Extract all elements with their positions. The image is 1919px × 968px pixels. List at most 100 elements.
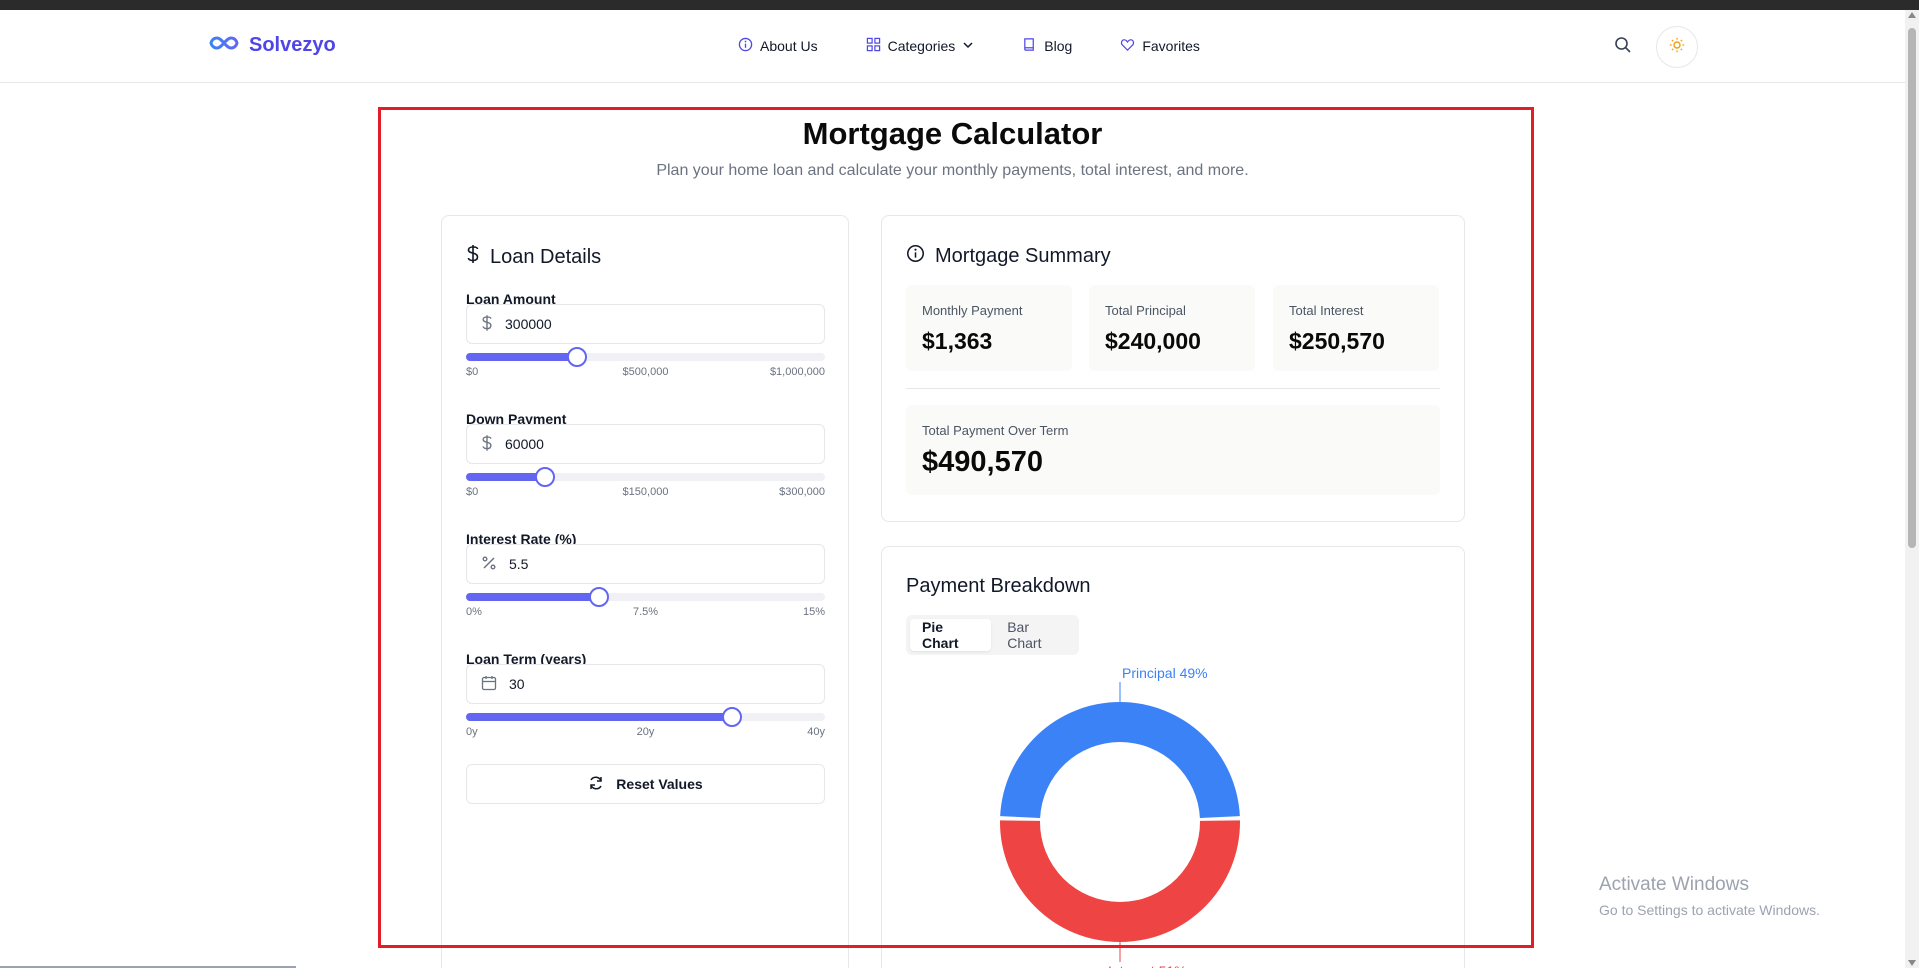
slider-handle[interactable] xyxy=(588,587,609,607)
tick-min: $0 xyxy=(466,486,479,498)
stat-label: Monthly Payment xyxy=(922,303,1023,318)
stat-value: $240,000 xyxy=(1105,328,1201,354)
stat-label: Total Principal xyxy=(1105,303,1186,318)
info-icon xyxy=(738,37,753,55)
page-title: Mortgage Calculator xyxy=(802,116,1103,151)
total-principal-stat: Total Principal $240,000 xyxy=(1089,285,1255,371)
browser-top-strip xyxy=(0,0,1919,10)
pie-label-principal: Principal 49% xyxy=(1122,665,1208,681)
vertical-scrollbar[interactable] xyxy=(1905,10,1919,968)
tab-pie-chart[interactable]: Pie Chart xyxy=(910,619,992,651)
nav-blog[interactable]: Blog xyxy=(1022,37,1072,55)
loan-details-card: Loan Details Loan Amount 300000 $0 $500,… xyxy=(441,215,849,968)
slider-fill xyxy=(466,473,545,481)
mortgage-summary-card: Mortgage Summary Monthly Payment $1,363 … xyxy=(881,215,1465,522)
heart-icon xyxy=(1120,37,1135,55)
search-button[interactable] xyxy=(1610,34,1636,60)
down-payment-slider[interactable] xyxy=(466,467,825,487)
theme-toggle-button[interactable] xyxy=(1656,26,1698,68)
pie-slice-interest[interactable] xyxy=(1000,820,1240,942)
nav-label: Blog xyxy=(1044,38,1073,54)
tab-bar-chart[interactable]: Bar Chart xyxy=(995,619,1075,651)
scroll-down-arrow[interactable] xyxy=(1908,960,1916,966)
interest-rate-input[interactable]: 5.5 xyxy=(466,544,825,584)
book-icon xyxy=(1022,37,1037,55)
interest-rate-value: 5.5 xyxy=(509,556,529,572)
slider-handle[interactable] xyxy=(721,707,742,727)
stat-label: Total Interest xyxy=(1289,303,1364,318)
scroll-up-arrow[interactable] xyxy=(1908,12,1916,18)
nav-label: Favorites xyxy=(1142,38,1200,54)
stat-value: $490,570 xyxy=(922,446,1043,478)
stat-value: $250,570 xyxy=(1289,328,1385,354)
infinity-icon xyxy=(209,35,239,56)
divider xyxy=(906,388,1440,389)
tick-mid: 7.5% xyxy=(632,606,659,618)
slider-fill xyxy=(466,353,578,361)
stat-value: $1,363 xyxy=(922,328,993,354)
dollar-icon xyxy=(466,244,480,270)
payment-breakdown-title: Payment Breakdown xyxy=(906,575,1091,597)
mortgage-summary-title: Mortgage Summary xyxy=(906,244,1111,269)
loan-amount-input[interactable]: 300000 xyxy=(466,304,825,344)
tick-max: 15% xyxy=(802,606,825,618)
monthly-payment-stat: Monthly Payment $1,363 xyxy=(906,285,1072,371)
loan-amount-value: 300000 xyxy=(505,316,552,332)
loan-details-title: Loan Details xyxy=(466,244,601,270)
tick-mid: $500,000 xyxy=(622,366,669,378)
scrollbar-thumb[interactable] xyxy=(1908,28,1916,548)
loan-term-value: 30 xyxy=(509,676,525,692)
reset-values-button[interactable]: Reset Values xyxy=(466,764,825,804)
total-payment-stat: Total Payment Over Term $490,570 xyxy=(906,405,1440,495)
search-icon xyxy=(1614,36,1632,59)
watermark-subtitle: Go to Settings to activate Windows. xyxy=(1599,902,1820,918)
calendar-icon xyxy=(481,675,497,694)
tick-mid: 20y xyxy=(636,726,655,738)
reset-label: Reset Values xyxy=(616,776,703,792)
loan-amount-slider[interactable] xyxy=(466,347,825,367)
tick-max: $1,000,000 xyxy=(769,366,825,378)
tick-mid: $150,000 xyxy=(622,486,669,498)
down-payment-input[interactable]: 60000 xyxy=(466,424,825,464)
pie-label-interest: Interest 51% xyxy=(1108,963,1187,968)
watermark-title: Activate Windows xyxy=(1599,874,1749,895)
pie-chart: Principal 49% Interest 51% xyxy=(1000,665,1240,968)
percent-icon xyxy=(481,555,497,574)
chevron-down-icon xyxy=(962,38,974,54)
tick-min: 0y xyxy=(466,726,478,738)
refresh-icon xyxy=(588,775,604,794)
loan-term-slider[interactable] xyxy=(466,707,825,727)
main-nav: About Us Categories Blog Favorites xyxy=(738,37,1248,55)
nav-favorites[interactable]: Favorites xyxy=(1120,37,1200,55)
card-title-text: Loan Details xyxy=(490,245,602,268)
pie-slice-principal[interactable] xyxy=(1000,701,1240,819)
windows-activation-watermark: Activate Windows Go to Settings to activ… xyxy=(1599,874,1820,918)
interest-rate-slider[interactable] xyxy=(466,587,825,607)
pie-chart-area: Principal 49% Interest 51% xyxy=(882,657,1466,968)
down-payment-value: 60000 xyxy=(505,436,544,452)
nav-categories[interactable]: Categories xyxy=(866,37,975,55)
slider-handle[interactable] xyxy=(567,347,588,367)
tick-min: $0 xyxy=(466,366,479,378)
logo[interactable]: Solvezyo xyxy=(209,34,336,57)
dollar-icon xyxy=(481,314,493,335)
site-header: Solvezyo About Us Categories Blog Favori… xyxy=(0,10,1905,83)
info-icon xyxy=(906,244,925,269)
tick-max: $300,000 xyxy=(779,486,825,498)
slider-fill xyxy=(466,593,599,601)
slider-handle[interactable] xyxy=(534,467,555,487)
brand-name: Solvezyo xyxy=(249,34,336,56)
total-interest-stat: Total Interest $250,570 xyxy=(1273,285,1439,371)
tick-min: 0% xyxy=(466,606,482,618)
chart-tabs: Pie Chart Bar Chart xyxy=(906,615,1079,655)
tick-max: 40y xyxy=(807,726,825,738)
slider-fill xyxy=(466,713,732,721)
grid-icon xyxy=(866,37,881,55)
nav-about-us[interactable]: About Us xyxy=(738,37,818,55)
loan-term-input[interactable]: 30 xyxy=(466,664,825,704)
nav-label: Categories xyxy=(887,38,956,54)
payment-breakdown-card: Payment Breakdown Pie Chart Bar Chart Pr… xyxy=(881,546,1465,968)
page-subtitle: Plan your home loan and calculate your m… xyxy=(656,162,1249,179)
dollar-icon xyxy=(481,434,493,455)
sun-icon xyxy=(1669,37,1685,58)
